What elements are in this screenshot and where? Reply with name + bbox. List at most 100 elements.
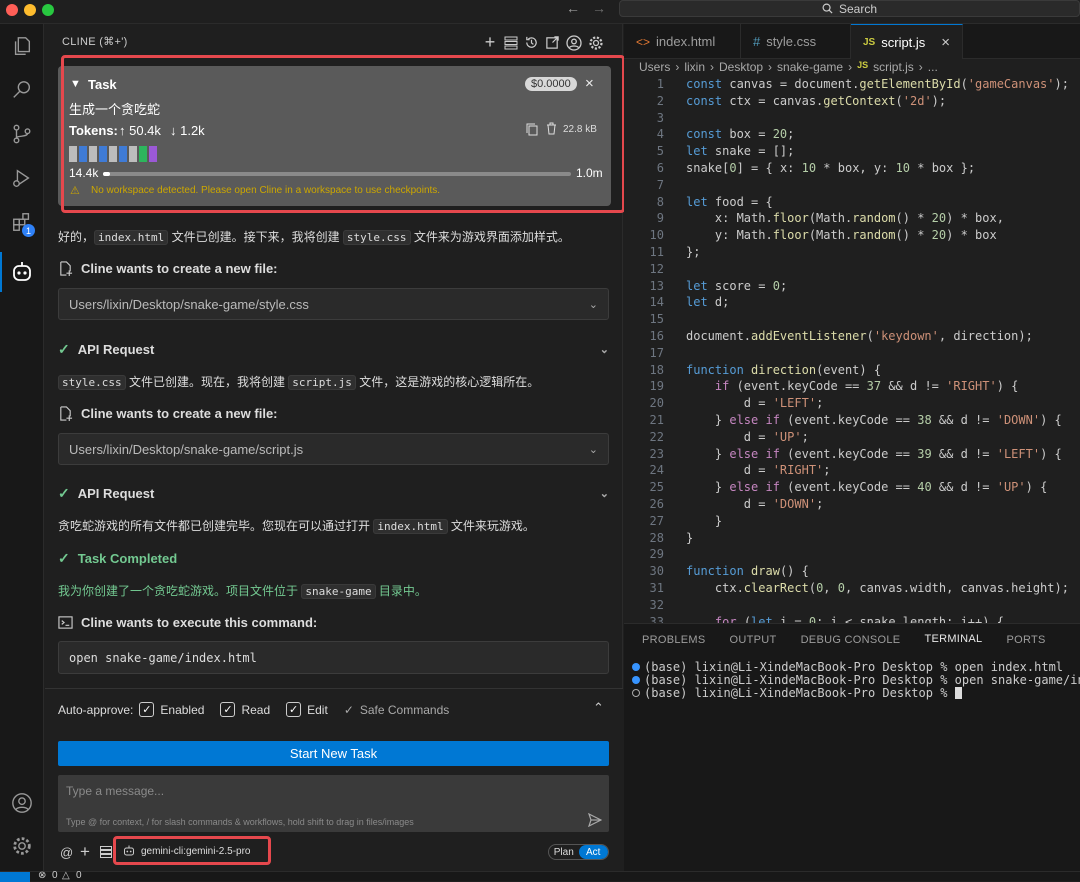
command-success-dot (632, 676, 640, 684)
tab-ports[interactable]: PORTS (994, 624, 1057, 656)
message-2: style.css 文件已创建。现在，我将创建 script.js 文件，这是游… (58, 373, 539, 390)
inline-code: style.css (342, 230, 411, 245)
task-highlight-box (61, 55, 625, 213)
account-icon[interactable] (8, 789, 36, 817)
result-text: 我为你创建了一个贪吃蛇游戏。项目文件位于 (58, 584, 302, 598)
code-editor[interactable]: Users › lixin › Desktop › snake-game › JS sc… (624, 59, 1080, 623)
code-line: y: Math.floor(Math.random() * 20) * box (686, 228, 997, 243)
tab-debug-console[interactable]: DEBUG CONSOLE (789, 624, 913, 656)
message-input[interactable]: Type a message... Type @ for context, / … (58, 775, 609, 832)
tab-script-js[interactable]: JS script.js × (851, 24, 963, 59)
code-line: snake[0] = { x: 10 * box, y: 10 * box }; (686, 161, 976, 175)
safe-commands-label[interactable]: Safe Commands (360, 703, 449, 717)
terminal-line: (base) lixin@Li-XindeMacBook-Pro Desktop… (632, 686, 962, 700)
execute-label: Cline wants to execute this command: (81, 615, 318, 630)
code-line: function direction(event) { (686, 362, 882, 377)
breadcrumb-item[interactable]: Desktop (719, 60, 763, 74)
breadcrumb-item[interactable]: ... (928, 60, 938, 74)
breadcrumb-item[interactable]: Users (639, 60, 670, 74)
source-control-icon[interactable] (8, 120, 36, 148)
tab-output[interactable]: OUTPUT (718, 624, 789, 656)
minimize-window-button[interactable] (24, 4, 36, 16)
explorer-icon[interactable] (8, 32, 36, 60)
line-number: 3 (656, 110, 664, 125)
run-debug-icon[interactable] (8, 164, 36, 192)
history-icon[interactable] (524, 35, 539, 50)
search-label: Search (838, 1, 878, 16)
warnings-icon[interactable]: △ (62, 871, 70, 881)
maximize-window-button[interactable] (42, 4, 54, 16)
line-number: 11 (649, 245, 664, 259)
result-text: 目录中。 (375, 584, 427, 598)
line-number: 25 (649, 480, 664, 495)
add-context-plus-icon[interactable]: + (80, 842, 90, 862)
file-path-script-js[interactable]: Users/lixin/Desktop/snake-game/script.js… (58, 433, 609, 465)
message-1-text: 好的， (58, 230, 95, 244)
settings-gear-icon[interactable] (588, 35, 604, 51)
message-placeholder: Type a message... (66, 784, 165, 798)
cline-panel-title: CLINE (⌘+') (62, 36, 128, 48)
code-line: d = 'DOWN'; (686, 497, 824, 511)
terminal-line: (base) lixin@Li-XindeMacBook-Pro Desktop… (632, 673, 1080, 687)
enabled-label: Enabled (160, 702, 205, 717)
api-request-1[interactable]: ✓ API Request ⌄ (58, 341, 609, 358)
new-task-plus-icon[interactable]: + (482, 32, 498, 53)
forward-arrow-icon[interactable]: → (592, 0, 606, 16)
tab-label: style.css (766, 34, 817, 49)
line-number: 8 (656, 194, 664, 209)
plan-mode[interactable]: Plan (549, 845, 579, 859)
search-view-icon[interactable] (8, 76, 36, 104)
js-icon: JS (857, 60, 869, 70)
command-center-search[interactable]: Search (619, 0, 1080, 17)
chevron-up-icon[interactable]: ⌃ (593, 700, 604, 716)
tab-index-html[interactable]: <> index.html (624, 24, 741, 59)
rules-icon[interactable] (100, 846, 112, 858)
back-arrow-icon[interactable]: ← (566, 0, 580, 16)
manage-gear-icon[interactable] (8, 832, 36, 860)
close-window-button[interactable] (6, 4, 18, 16)
close-tab-icon[interactable]: × (941, 34, 950, 51)
warnings-count[interactable]: 0 (76, 871, 82, 881)
check-icon: ✓ (58, 485, 70, 501)
api-request-2[interactable]: ✓ API Request ⌄ (58, 485, 609, 502)
start-new-task-button[interactable]: Start New Task (58, 741, 609, 766)
errors-count[interactable]: 0 (52, 871, 58, 881)
file-path-style-css[interactable]: Users/lixin/Desktop/snake-game/style.css… (58, 288, 609, 320)
tab-terminal[interactable]: TERMINAL (912, 624, 995, 656)
send-icon[interactable] (588, 813, 602, 827)
line-number: 17 (649, 345, 664, 360)
extensions-icon[interactable]: 1 (8, 208, 36, 237)
breadcrumb-item[interactable]: snake-game (777, 60, 843, 74)
line-number: 9 (656, 211, 664, 226)
at-mention-icon[interactable]: @ (60, 845, 73, 860)
code-line: let score = 0; (686, 278, 788, 293)
account-circle-icon[interactable] (566, 34, 582, 51)
line-number: 27 (649, 513, 664, 528)
mcp-servers-icon[interactable] (504, 36, 518, 50)
breadcrumb-item[interactable]: lixin (684, 60, 705, 74)
read-checkbox[interactable]: ✓ (220, 702, 236, 717)
inline-code: script.js (288, 375, 356, 390)
terminal[interactable]: (base) lixin@Li-XindeMacBook-Pro Desktop… (624, 655, 1080, 871)
act-mode[interactable]: Act (578, 845, 608, 859)
errors-icon[interactable]: ⊗ (38, 871, 46, 881)
cline-robot-icon[interactable] (8, 258, 36, 286)
command-box[interactable]: open snake-game/index.html (58, 641, 609, 674)
title-bar: ← → Search (0, 0, 1080, 24)
message-3-text: 文件来玩游戏。 (447, 519, 535, 533)
chevron-down-icon: ⌄ (599, 488, 609, 500)
auto-approve-bar: Auto-approve: ✓ Enabled ✓ Read ✓ Edit ✓ … (58, 702, 449, 717)
open-external-icon[interactable] (545, 35, 560, 50)
command-success-dot (632, 663, 640, 671)
plan-act-toggle[interactable]: Plan Act (548, 844, 609, 860)
code-line: const box = 20; (686, 127, 795, 142)
create-file-label: Cline wants to create a new file: (81, 406, 278, 421)
breadcrumb-item[interactable]: script.js (873, 60, 914, 74)
edit-checkbox[interactable]: ✓ (286, 702, 302, 717)
code-line: d = 'LEFT'; (686, 396, 824, 411)
tab-style-css[interactable]: # style.css (741, 24, 851, 59)
message-2-text: 文件，这是游戏的核心逻辑所在。 (355, 375, 540, 389)
tab-problems[interactable]: PROBLEMS (630, 624, 718, 656)
search-icon (822, 3, 833, 14)
enabled-checkbox[interactable]: ✓ (139, 702, 155, 717)
